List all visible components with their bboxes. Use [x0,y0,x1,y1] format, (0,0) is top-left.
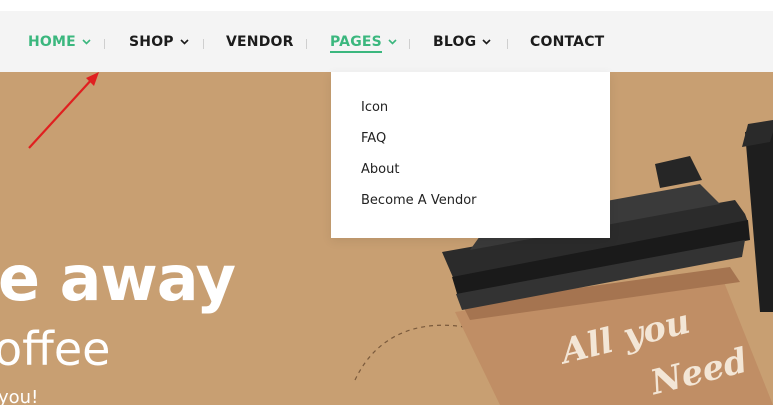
dropdown-item-faq[interactable]: FAQ [361,131,386,146]
nav-pages[interactable]: PAGES [330,11,397,72]
nav-blog[interactable]: BLOG [433,11,491,72]
nav-shop-label: SHOP [129,33,174,50]
dropdown-item-about[interactable]: About [361,162,399,177]
dashed-curve [354,324,471,381]
nav-contact-label: CONTACT [530,33,605,50]
nav-separator [203,39,204,49]
dropdown-item-become-vendor[interactable]: Become A Vendor [361,193,477,208]
nav-separator [306,39,307,49]
chevron-down-icon [482,38,491,45]
nav-home[interactable]: HOME [28,11,91,72]
nav-contact[interactable]: CONTACT [530,11,604,72]
nav-home-label: HOME [28,33,76,50]
nav-shop[interactable]: SHOP [129,11,189,72]
dropdown-item-icon[interactable]: Icon [361,100,388,115]
chevron-down-icon [388,38,397,45]
nav-pages-label: PAGES [330,33,382,53]
pages-dropdown-menu: Icon FAQ About Become A Vendor [331,72,610,238]
hero-headline: e away [0,242,236,315]
chevron-down-icon [82,38,91,45]
nav-separator [409,39,410,49]
nav-separator [104,39,105,49]
main-navbar: HOME SHOP VENDOR PAGES BLOG CONTACT [0,11,773,72]
nav-vendor[interactable]: VENDOR [226,11,294,72]
top-strip [0,0,773,11]
chevron-down-icon [180,38,189,45]
nav-vendor-label: VENDOR [226,33,294,50]
hero-tagline: you! [0,387,39,405]
hero-subheadline: offee [0,322,111,376]
nav-separator [507,39,508,49]
nav-blog-label: BLOG [433,33,477,50]
